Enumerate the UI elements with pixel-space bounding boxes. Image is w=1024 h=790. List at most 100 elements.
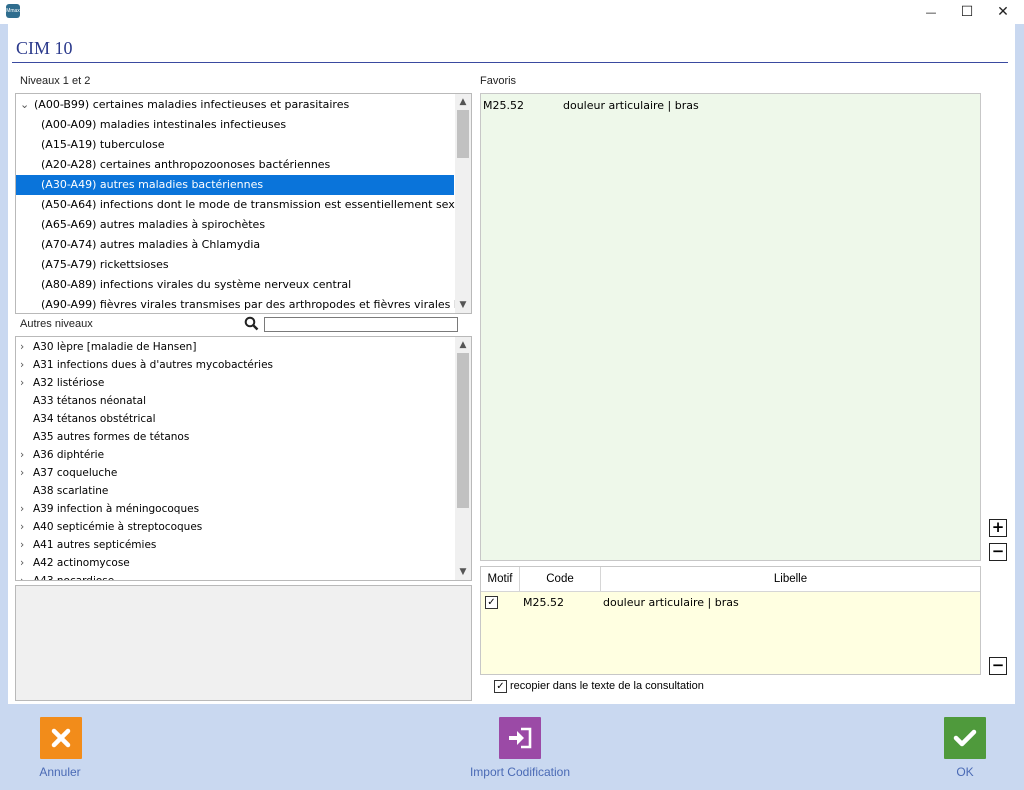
level12-item-label: (A00-B99) certaines maladies infectieuse… — [34, 98, 350, 111]
main-form: CIM 10 Niveaux 1 et 2 ⌄ (A00-B99) certain… — [8, 24, 1015, 704]
chevron-right-icon[interactable]: › — [20, 572, 24, 580]
chevron-right-icon[interactable]: › — [20, 464, 24, 482]
cancel-label[interactable]: Annuler — [30, 765, 90, 779]
action-bar: Annuler Import Codification OK — [0, 704, 1024, 790]
search-input[interactable] — [264, 317, 458, 332]
ok-button[interactable] — [944, 717, 986, 759]
row-libelle: douleur articulaire | bras — [603, 596, 739, 609]
search-icon[interactable] — [244, 316, 259, 331]
level12-item[interactable]: (A65-A69) autres maladies à spirochètes — [16, 215, 454, 235]
row-code: M25.52 — [523, 596, 564, 609]
other-levels-tree[interactable]: › A30 lèpre [maladie de Hansen] › A31 infec… — [15, 336, 472, 581]
other-level-item[interactable]: A34 tétanos obstétrical — [16, 410, 454, 428]
level12-item[interactable]: (A15-A19) tuberculose — [16, 135, 454, 155]
import-button[interactable] — [499, 717, 541, 759]
close-button[interactable]: ✕ — [986, 0, 1020, 24]
plus-icon: + — [991, 518, 1005, 536]
other-level-item-label: A43 nocardiose — [33, 575, 115, 581]
other-level-item[interactable]: › A42 actinomycose — [16, 554, 454, 572]
chevron-down-icon[interactable]: ⌄ — [20, 95, 29, 115]
close-icon: ✕ — [997, 4, 1009, 20]
level12-item-label: (A15-A19) tuberculose — [41, 138, 165, 151]
minus-icon: − — [991, 656, 1005, 674]
scroll-thumb[interactable] — [457, 353, 469, 508]
level12-item[interactable]: (A90-A99) fièvres virales transmises par… — [16, 295, 471, 313]
other-level-item-label: A36 diphtérie — [33, 449, 105, 461]
level12-item[interactable]: (A70-A74) autres maladies à Chlamydia — [16, 235, 454, 255]
level12-item[interactable]: (A00-A09) maladies intestinales infectie… — [16, 115, 454, 135]
copy-checkbox[interactable]: ✓ — [494, 680, 507, 693]
chevron-right-icon[interactable]: › — [20, 356, 24, 374]
other-levels-scrollbar[interactable]: ▲ ▼ — [455, 337, 471, 580]
chevron-right-icon[interactable]: › — [20, 554, 24, 572]
other-level-item[interactable]: › A36 diphtérie — [16, 446, 454, 464]
scroll-up-icon[interactable]: ▲ — [455, 94, 471, 110]
table-row[interactable]: ✓ M25.52 douleur articulaire | bras — [481, 593, 980, 613]
scroll-down-icon[interactable]: ▼ — [455, 297, 471, 313]
other-level-item[interactable]: A38 scarlatine — [16, 482, 454, 500]
level12-item[interactable]: (A75-A79) rickettsioses — [16, 255, 454, 275]
minimize-button[interactable]: — — [914, 0, 948, 24]
other-level-item[interactable]: › A37 coqueluche — [16, 464, 454, 482]
motif-checkbox[interactable]: ✓ — [485, 596, 498, 609]
col-motif[interactable]: Motif — [481, 567, 520, 591]
other-level-item[interactable]: › A41 autres septicémies — [16, 536, 454, 554]
other-level-item-label: A40 septicémie à streptocoques — [33, 521, 203, 533]
col-code[interactable]: Code — [520, 567, 601, 591]
import-icon — [509, 727, 532, 749]
level12-item-label: (A50-A64) infections dont le mode de tra… — [41, 198, 472, 211]
level12-item-label: (A75-A79) rickettsioses — [41, 258, 169, 271]
window-titlebar: Mmax — ☐ ✕ — [0, 0, 1024, 24]
minimize-icon: — — [925, 5, 937, 19]
level12-item-label: (A65-A69) autres maladies à spirochètes — [41, 218, 266, 231]
other-level-item[interactable]: › A40 septicémie à streptocoques — [16, 518, 454, 536]
maximize-button[interactable]: ☐ — [950, 0, 984, 24]
add-favorite-button[interactable]: + — [989, 519, 1007, 537]
levels12-tree[interactable]: ⌄ (A00-B99) certaines maladies infectieus… — [15, 93, 472, 314]
app-icon: Mmax — [6, 4, 20, 18]
chevron-right-icon[interactable]: › — [20, 536, 24, 554]
favorites-list[interactable]: M25.52 douleur articulaire | bras — [480, 93, 981, 561]
level12-item[interactable]: (A30-A49) autres maladies bactériennes — [16, 175, 454, 195]
other-level-item[interactable]: › A31 infections dues à d'autres mycobact… — [16, 356, 454, 374]
other-level-item[interactable]: A35 autres formes de tétanos — [16, 428, 454, 446]
other-level-item-label: A42 actinomycose — [33, 557, 130, 569]
other-level-item-label: A39 infection à méningocoques — [33, 503, 200, 515]
cancel-icon — [51, 728, 71, 748]
chevron-right-icon[interactable]: › — [20, 518, 24, 536]
maximize-icon: ☐ — [960, 4, 974, 20]
other-level-item[interactable]: › A43 nocardiose — [16, 572, 454, 581]
copy-option-label: recopier dans le texte de la consultatio… — [510, 680, 704, 692]
other-level-item-label: A37 coqueluche — [33, 467, 118, 479]
other-level-item[interactable]: › A39 infection à méningocoques — [16, 500, 454, 518]
other-level-item-label: A35 autres formes de tétanos — [33, 431, 190, 443]
level12-item-label: (A30-A49) autres maladies bactériennes — [41, 178, 264, 191]
title-divider — [12, 62, 1008, 63]
description-panel — [15, 585, 472, 701]
levels12-scrollbar[interactable]: ▲ ▼ — [455, 94, 471, 313]
chevron-right-icon[interactable]: › — [20, 446, 24, 464]
level12-item[interactable]: ⌄ (A00-B99) certaines maladies infectieus… — [16, 95, 454, 115]
level12-item[interactable]: (A50-A64) infections dont le mode de tra… — [16, 195, 471, 215]
level12-item[interactable]: (A20-A28) certaines anthropozoonoses bac… — [16, 155, 454, 175]
other-level-item[interactable]: A33 tétanos néonatal — [16, 392, 454, 410]
other-level-item[interactable]: › A30 lèpre [maladie de Hansen] — [16, 338, 454, 356]
scroll-thumb[interactable] — [457, 110, 469, 158]
scroll-down-icon[interactable]: ▼ — [455, 564, 471, 580]
other-level-item-label: A33 tétanos néonatal — [33, 395, 146, 407]
remove-selection-button[interactable]: − — [989, 657, 1007, 675]
col-libelle[interactable]: Libelle — [601, 567, 980, 591]
table-header: Motif Code Libelle — [481, 567, 980, 592]
chevron-right-icon[interactable]: › — [20, 374, 24, 392]
cancel-button[interactable] — [40, 717, 82, 759]
remove-favorite-button[interactable]: − — [989, 543, 1007, 561]
import-label[interactable]: Import Codification — [460, 765, 580, 779]
ok-label[interactable]: OK — [935, 765, 995, 779]
other-level-item[interactable]: › A32 listériose — [16, 374, 454, 392]
level12-item[interactable]: (A80-A89) infections virales du système … — [16, 275, 454, 295]
chevron-right-icon[interactable]: › — [20, 338, 24, 356]
minus-icon: − — [991, 542, 1005, 560]
chevron-right-icon[interactable]: › — [20, 500, 24, 518]
scroll-up-icon[interactable]: ▲ — [455, 337, 471, 353]
check-icon — [953, 729, 977, 747]
